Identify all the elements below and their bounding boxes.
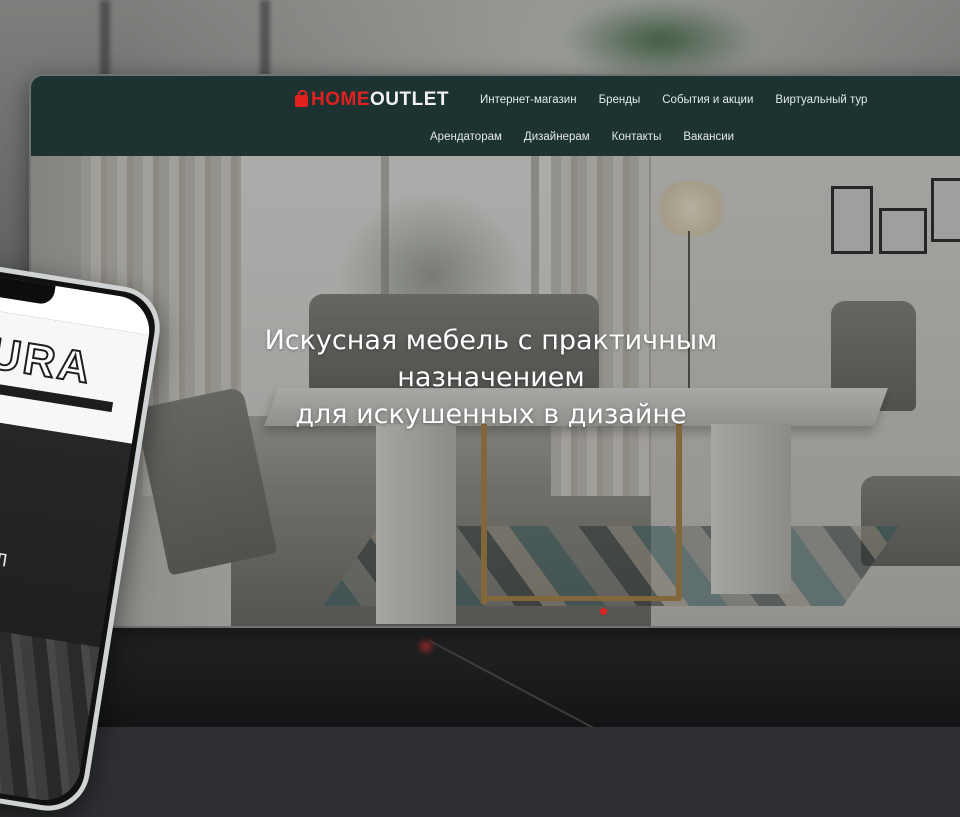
nav-item-contacts[interactable]: Контакты (612, 131, 662, 143)
nav-item-designers[interactable]: Дизайнерам (524, 131, 590, 143)
hero-title-line: для искушенных в дизайне (295, 399, 687, 431)
nav-item-vacancies[interactable]: Вакансии (683, 131, 734, 143)
home-outlet-logo[interactable]: HOME OUTLET (295, 89, 449, 111)
phone-notch (0, 269, 56, 306)
hero-title-line: назначением (397, 362, 585, 394)
nav-item-online-store[interactable]: Интернет-магазин (480, 94, 577, 106)
hero-title-line: Искусная мебель с практичным (264, 325, 718, 357)
logo-outlet-text: OUTLET (370, 89, 449, 110)
shopping-bag-icon (295, 90, 308, 107)
backdrop-plant (560, 0, 760, 80)
primary-nav: Интернет-магазин Бренды События и акции … (480, 94, 889, 106)
logo-home-text: HOME (311, 89, 370, 110)
hero-title: Искусная мебель с практичным назначением… (211, 322, 771, 433)
nav-item-events[interactable]: События и акции (662, 94, 753, 106)
site-header: HOME OUTLET Интернет-магазин Бренды Собы… (31, 76, 960, 156)
secondary-nav: Арендаторам Дизайнерам Контакты Вакансии (430, 131, 756, 143)
backdrop-floor (0, 617, 960, 727)
nav-item-virtual-tour[interactable]: Виртуальный тур (775, 94, 867, 106)
backdrop-staircase (100, 0, 270, 80)
nav-item-brands[interactable]: Бренды (599, 94, 641, 106)
floor-reflection-dot (420, 640, 432, 652)
hero-banner: Искусная мебель с практичным назначением… (31, 156, 960, 626)
nav-item-tenants[interactable]: Арендаторам (430, 131, 502, 143)
desktop-browser-mockup: HOME OUTLET Интернет-магазин Бренды Собы… (29, 74, 960, 628)
phone-brand-logo: URA (0, 328, 97, 395)
slider-indicator[interactable] (600, 608, 607, 615)
